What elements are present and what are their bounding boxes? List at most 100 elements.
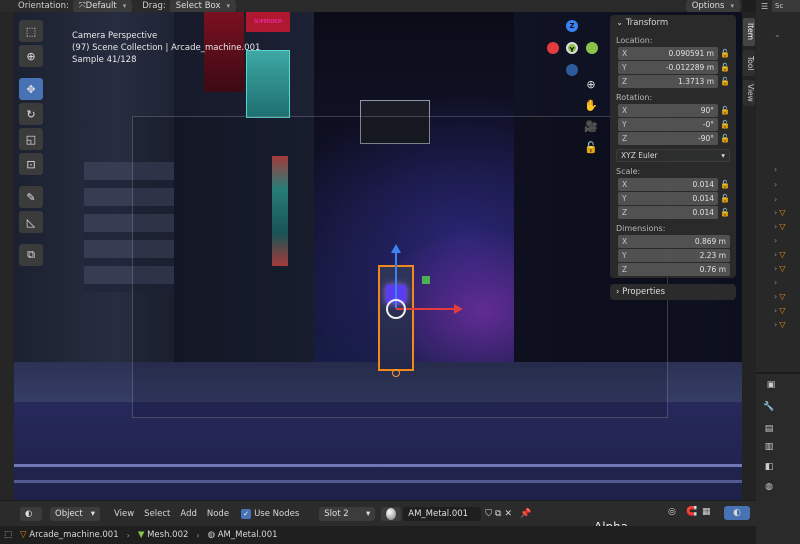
- menu-select[interactable]: Select: [144, 509, 170, 519]
- cursor-tool[interactable]: ⊕: [19, 45, 43, 67]
- move-gizmo-x-arrow[interactable]: [454, 304, 463, 314]
- render-props-icon[interactable]: ▤: [762, 424, 776, 438]
- output-props-icon[interactable]: ▥: [762, 442, 776, 456]
- editor-type-icon[interactable]: ☰: [761, 2, 768, 11]
- scene-tab[interactable]: Sc: [772, 0, 800, 12]
- camera-view-icon[interactable]: 🎥: [582, 118, 600, 136]
- lane-line: [14, 480, 742, 483]
- lock-icon[interactable]: 🔓: [718, 180, 732, 189]
- menu-node[interactable]: Node: [207, 509, 229, 519]
- gizmo-y-neg-ball[interactable]: [586, 42, 598, 54]
- gizmo-x-ball[interactable]: [547, 42, 559, 54]
- snap-options-icon[interactable]: 🧲: [686, 507, 697, 517]
- lock-icon[interactable]: 🔓: [718, 63, 732, 72]
- outliner-object-row[interactable]: › ▽: [774, 222, 785, 231]
- tool-props-icon[interactable]: 🔧: [762, 402, 776, 416]
- properties-panel-header[interactable]: › Properties: [610, 284, 736, 300]
- tab-tool[interactable]: Tool: [743, 50, 755, 76]
- outliner-row[interactable]: ›: [774, 195, 779, 204]
- snap-icon[interactable]: ◎: [668, 507, 676, 517]
- pin-icon[interactable]: 📌: [520, 509, 531, 519]
- location-x-field[interactable]: X 0.090591 m: [618, 46, 718, 60]
- properties-editor[interactable]: ▣ 🔧 ▤ ▥ ◧ ◍: [756, 372, 800, 500]
- scale-y-field[interactable]: Y 0.014: [618, 191, 718, 205]
- properties-editor-lower[interactable]: [756, 500, 800, 544]
- outliner[interactable]: Sc ☰ ⌄ › › › › ▽ › ▽ › › ▽ › ▽ › › ▽ › ▽ › ▽: [756, 0, 800, 372]
- gizmo-z-ball[interactable]: Z: [566, 20, 578, 32]
- select-box-tool[interactable]: ⬚: [19, 20, 43, 42]
- world-props-icon[interactable]: ◍: [762, 482, 776, 496]
- rotation-y-field[interactable]: Y -0°: [618, 117, 718, 131]
- fake-user-shield-icon[interactable]: ⛉: [485, 509, 492, 519]
- location-y-field[interactable]: Y -0.012289 m: [618, 60, 718, 74]
- dimensions-y-field[interactable]: Y 2.23 m: [618, 248, 730, 262]
- options-dropdown[interactable]: Options ▾: [685, 0, 740, 12]
- outliner-object-row[interactable]: › ▽: [774, 292, 785, 301]
- outliner-row[interactable]: ›: [774, 165, 779, 174]
- editor-type-icon[interactable]: ▣: [764, 380, 778, 394]
- breadcrumb-menu-icon[interactable]: ⬚: [4, 530, 12, 540]
- move-gizmo-plane-handle[interactable]: [422, 276, 430, 284]
- duplicate-material-icon[interactable]: ⧉: [495, 509, 501, 519]
- use-nodes-toggle[interactable]: ✓ Use Nodes: [241, 508, 299, 519]
- outliner-row[interactable]: ›: [774, 236, 779, 245]
- breadcrumb-mesh[interactable]: ▼ Mesh.002: [138, 530, 189, 540]
- location-z-field[interactable]: Z 1.3713 m: [618, 74, 718, 88]
- material-name-field[interactable]: AM_Metal.001: [403, 506, 482, 521]
- outliner-object-row[interactable]: › ▽: [774, 264, 785, 273]
- outliner-object-row[interactable]: › ▽: [774, 320, 785, 329]
- move-gizmo-center[interactable]: [386, 299, 406, 319]
- editor-type-dropdown[interactable]: ◐: [20, 506, 42, 521]
- outliner-row[interactable]: ⌄: [774, 30, 783, 39]
- unlink-material-icon[interactable]: ✕: [504, 509, 512, 519]
- add-cube-tool[interactable]: ⧉: [19, 244, 43, 266]
- scale-z-field[interactable]: Z 0.014: [618, 205, 718, 219]
- breadcrumb-material[interactable]: ◍ AM_Metal.001: [208, 530, 278, 540]
- menu-add[interactable]: Add: [180, 509, 196, 519]
- transform-tool[interactable]: ⊡: [19, 153, 43, 175]
- overlay-icon[interactable]: ▦: [702, 507, 711, 517]
- lock-icon[interactable]: 🔓: [718, 134, 732, 143]
- transform-panel-header[interactable]: ⌄ Transform: [610, 15, 736, 31]
- slot-dropdown[interactable]: Slot 2 ▾: [319, 506, 376, 521]
- lock-camera-icon[interactable]: 🔓: [582, 139, 600, 157]
- move-gizmo-z-arrow[interactable]: [391, 244, 401, 253]
- measure-tool[interactable]: ◺: [19, 211, 43, 233]
- rotate-tool[interactable]: ↻: [19, 103, 43, 125]
- rotation-x-field[interactable]: X 90°: [618, 103, 718, 117]
- lock-icon[interactable]: 🔓: [718, 120, 732, 129]
- lock-icon[interactable]: 🔓: [718, 106, 732, 115]
- outliner-row[interactable]: ›: [774, 278, 779, 287]
- gizmo-z-neg-ball[interactable]: [566, 64, 578, 76]
- gizmo-y-ball[interactable]: Y: [566, 42, 578, 54]
- menu-view[interactable]: View: [114, 509, 134, 519]
- rotation-z-field[interactable]: Z -90°: [618, 131, 718, 145]
- navigation-gizmo[interactable]: Z Y: [542, 20, 602, 80]
- outliner-object-row[interactable]: › ▽: [774, 306, 785, 315]
- shader-type-dropdown[interactable]: Object ▾: [50, 506, 100, 521]
- scale-x-field[interactable]: X 0.014: [618, 177, 718, 191]
- tab-item[interactable]: Item: [743, 18, 755, 46]
- breadcrumb-object[interactable]: ▽ Arcade_machine.001: [20, 530, 119, 540]
- dimensions-x-field[interactable]: X 0.869 m: [618, 234, 730, 248]
- lock-icon[interactable]: 🔓: [718, 208, 732, 217]
- outliner-row[interactable]: ›: [774, 180, 779, 189]
- zoom-icon[interactable]: ⊕: [582, 76, 600, 94]
- material-browse-button[interactable]: [381, 506, 402, 521]
- annotate-tool[interactable]: ✎: [19, 186, 43, 208]
- orientation-dropdown[interactable]: ⤧ Default ▾: [72, 0, 133, 12]
- dimensions-z-field[interactable]: Z 0.76 m: [618, 262, 730, 276]
- hand-pan-icon[interactable]: ✋: [582, 97, 600, 115]
- move-tool[interactable]: ✥: [19, 78, 43, 100]
- lock-icon[interactable]: 🔓: [718, 77, 732, 86]
- scale-tool[interactable]: ◱: [19, 128, 43, 150]
- rotation-mode-dropdown[interactable]: XYZ Euler ▾: [616, 149, 730, 162]
- backdrop-toggle[interactable]: ◐: [724, 506, 750, 520]
- lock-icon[interactable]: 🔓: [718, 49, 732, 58]
- tab-view[interactable]: View: [743, 80, 755, 106]
- drag-dropdown[interactable]: Select Box ▾: [169, 0, 237, 12]
- outliner-object-row[interactable]: › ▽: [774, 250, 785, 259]
- view-layer-icon[interactable]: ◧: [762, 462, 776, 476]
- outliner-object-row[interactable]: › ▽: [774, 208, 785, 217]
- lock-icon[interactable]: 🔓: [718, 194, 732, 203]
